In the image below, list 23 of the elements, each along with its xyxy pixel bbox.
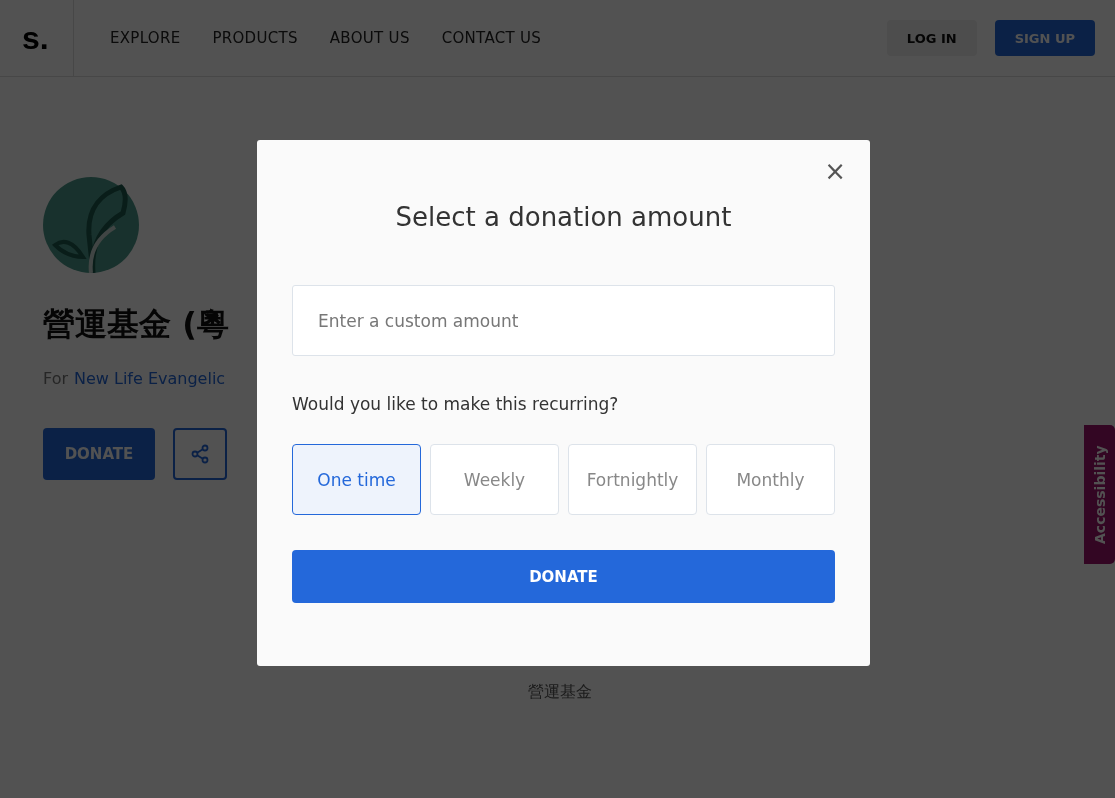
donate-button[interactable]: DONATE — [43, 428, 155, 480]
frequency-option[interactable]: Weekly — [430, 444, 559, 515]
share-button[interactable] — [173, 428, 227, 480]
amount-field[interactable]: Enter a custom amount — [292, 285, 835, 356]
campaign-title: 營運基金 (粵 — [43, 304, 229, 345]
nav-link[interactable]: ABOUT US — [329, 29, 410, 47]
close-button[interactable]: × — [820, 156, 850, 186]
nav-link[interactable]: PRODUCTS — [212, 29, 298, 47]
leaf-logo-icon — [43, 177, 139, 273]
nav-link[interactable]: EXPLORE — [110, 29, 181, 47]
frequency-option[interactable]: One time — [292, 444, 421, 515]
donate-button[interactable]: DONATE — [292, 550, 835, 603]
frequency-option[interactable]: Fortnightly — [568, 444, 697, 515]
organization-link[interactable]: New Life Evangelic — [74, 369, 226, 388]
login-button[interactable]: LOG IN — [886, 20, 977, 56]
dialog-title: Select a donation amount — [394, 202, 733, 232]
recurring-question: Would you like to make this recurring? — [292, 394, 620, 414]
nav-link[interactable]: CONTACT US — [441, 29, 542, 47]
frequency-option[interactable]: Monthly — [706, 444, 835, 515]
accessibility-tab[interactable]: Accessibility — [1084, 425, 1115, 564]
signup-button[interactable]: SIGN UP — [994, 20, 1095, 56]
logo[interactable]: s. — [6, 0, 74, 76]
share-icon — [190, 444, 210, 464]
